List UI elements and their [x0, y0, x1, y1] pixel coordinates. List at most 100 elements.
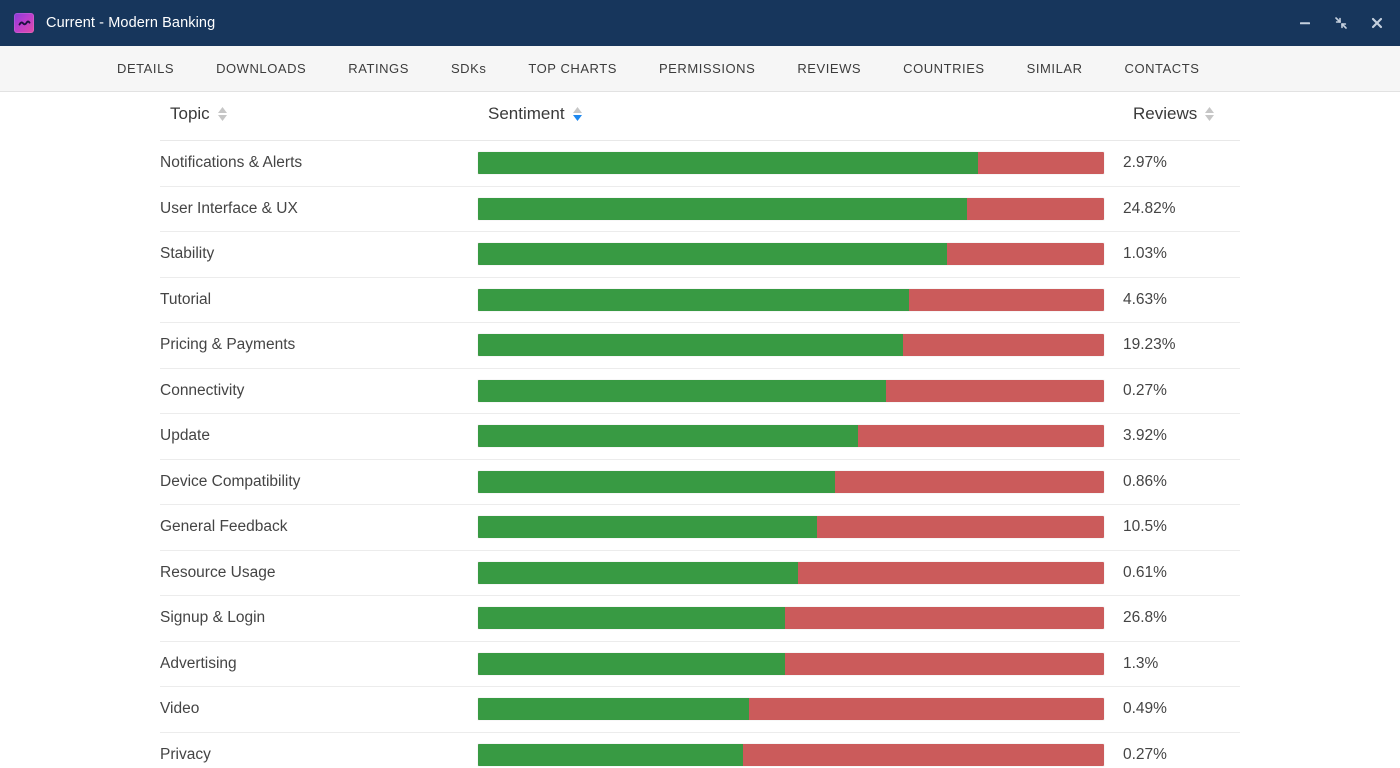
cell-sentiment	[478, 186, 1123, 232]
sentiment-bar-positive	[478, 698, 749, 720]
window-controls	[1296, 0, 1386, 46]
sentiment-bar-positive	[478, 516, 817, 538]
close-icon[interactable]	[1368, 14, 1386, 32]
cell-sentiment	[478, 414, 1123, 460]
sentiment-bar[interactable]	[478, 607, 1104, 629]
cell-topic: Device Compatibility	[160, 459, 478, 505]
app-wave-icon	[14, 13, 34, 33]
column-header-reviews[interactable]: Reviews	[1123, 92, 1240, 141]
cell-topic: General Feedback	[160, 505, 478, 551]
tab-similar[interactable]: SIMILAR	[1006, 46, 1104, 92]
cell-sentiment	[478, 550, 1123, 596]
cell-sentiment	[478, 232, 1123, 278]
column-header-topic-label: Topic	[170, 104, 210, 124]
sort-icon-sentiment[interactable]	[573, 107, 582, 121]
sentiment-bar-positive	[478, 562, 798, 584]
cell-sentiment	[478, 368, 1123, 414]
cell-sentiment	[478, 641, 1123, 687]
cell-reviews: 1.3%	[1123, 641, 1240, 687]
cell-topic: Resource Usage	[160, 550, 478, 596]
sentiment-bar[interactable]	[478, 516, 1104, 538]
table-row[interactable]: Connectivity 0.27%	[160, 368, 1240, 414]
sentiment-bar[interactable]	[478, 380, 1104, 402]
sentiment-bar-positive	[478, 243, 947, 265]
table-row[interactable]: Advertising1.3%	[160, 641, 1240, 687]
table-header-row: Topic Sentiment	[160, 92, 1240, 141]
cell-sentiment	[478, 687, 1123, 733]
table-row[interactable]: Tutorial4.63%	[160, 277, 1240, 323]
sentiment-bar-positive	[478, 198, 967, 220]
cell-topic: Video	[160, 687, 478, 733]
sentiment-bar[interactable]	[478, 653, 1104, 675]
cell-sentiment	[478, 596, 1123, 642]
column-header-reviews-label: Reviews	[1133, 104, 1197, 124]
cell-sentiment	[478, 732, 1123, 768]
minimize-icon[interactable]	[1296, 14, 1314, 32]
sentiment-bar[interactable]	[478, 562, 1104, 584]
table-row[interactable]: Notifications & Alerts2.97%	[160, 141, 1240, 187]
cell-topic: Pricing & Payments	[160, 323, 478, 369]
sentiment-bar-positive	[478, 380, 886, 402]
cell-reviews: 0.86%	[1123, 459, 1240, 505]
cell-reviews: 1.03%	[1123, 232, 1240, 278]
table-row[interactable]: Stability 1.03%	[160, 232, 1240, 278]
cell-topic: User Interface & UX	[160, 186, 478, 232]
cell-reviews: 24.82%	[1123, 186, 1240, 232]
sentiment-bar[interactable]	[478, 425, 1104, 447]
sort-icon-topic[interactable]	[218, 107, 227, 121]
cell-reviews: 2.97%	[1123, 141, 1240, 187]
cell-reviews: 0.61%	[1123, 550, 1240, 596]
tab-sdks[interactable]: SDKs	[430, 46, 507, 92]
table-row[interactable]: Privacy0.27%	[160, 732, 1240, 768]
sentiment-bar[interactable]	[478, 198, 1104, 220]
tab-contacts[interactable]: CONTACTS	[1104, 46, 1221, 92]
table-body: Notifications & Alerts2.97%User Interfac…	[160, 141, 1240, 768]
table-row[interactable]: Device Compatibility 0.86%	[160, 459, 1240, 505]
sentiment-bar[interactable]	[478, 243, 1104, 265]
sentiment-bar-positive	[478, 471, 835, 493]
table-row[interactable]: General Feedback10.5%	[160, 505, 1240, 551]
restore-icon[interactable]	[1332, 14, 1350, 32]
sentiment-table: Topic Sentiment	[160, 92, 1240, 768]
sentiment-bar[interactable]	[478, 471, 1104, 493]
table-row[interactable]: Signup & Login26.8%	[160, 596, 1240, 642]
sentiment-bar-positive	[478, 744, 743, 766]
sentiment-table-container: Topic Sentiment	[0, 92, 1400, 768]
cell-reviews: 26.8%	[1123, 596, 1240, 642]
column-header-sentiment[interactable]: Sentiment	[478, 92, 1123, 141]
sentiment-bar[interactable]	[478, 334, 1104, 356]
sentiment-bar-positive	[478, 653, 785, 675]
tab-ratings[interactable]: RATINGS	[327, 46, 430, 92]
cell-reviews: 0.49%	[1123, 687, 1240, 733]
table-row[interactable]: Resource Usage 0.61%	[160, 550, 1240, 596]
sentiment-bar[interactable]	[478, 744, 1104, 766]
tab-downloads[interactable]: DOWNLOADS	[195, 46, 327, 92]
cell-sentiment	[478, 323, 1123, 369]
sentiment-bar[interactable]	[478, 152, 1104, 174]
column-header-sentiment-label: Sentiment	[488, 104, 565, 124]
tab-reviews[interactable]: REVIEWS	[776, 46, 882, 92]
cell-reviews: 0.27%	[1123, 732, 1240, 768]
table-row[interactable]: User Interface & UX 24.82%	[160, 186, 1240, 232]
tab-details[interactable]: DETAILS	[96, 46, 195, 92]
table-row[interactable]: Pricing & Payments19.23%	[160, 323, 1240, 369]
column-header-topic[interactable]: Topic	[160, 92, 478, 141]
sort-icon-reviews[interactable]	[1205, 107, 1214, 121]
sentiment-bar[interactable]	[478, 289, 1104, 311]
sentiment-bar-positive	[478, 152, 978, 174]
cell-reviews: 0.27%	[1123, 368, 1240, 414]
tab-top-charts[interactable]: TOP CHARTS	[507, 46, 638, 92]
tab-permissions[interactable]: PERMISSIONS	[638, 46, 776, 92]
table-row[interactable]: Video 0.49%	[160, 687, 1240, 733]
cell-topic: Connectivity	[160, 368, 478, 414]
sentiment-bar[interactable]	[478, 698, 1104, 720]
sentiment-bar-positive	[478, 289, 909, 311]
sentiment-bar-positive	[478, 425, 858, 447]
main-nav: DETAILS DOWNLOADS RATINGS SDKs TOP CHART…	[0, 46, 1400, 92]
tab-countries[interactable]: COUNTRIES	[882, 46, 1006, 92]
table-row[interactable]: Update3.92%	[160, 414, 1240, 460]
cell-topic: Stability	[160, 232, 478, 278]
cell-reviews: 3.92%	[1123, 414, 1240, 460]
cell-sentiment	[478, 277, 1123, 323]
cell-sentiment	[478, 141, 1123, 187]
